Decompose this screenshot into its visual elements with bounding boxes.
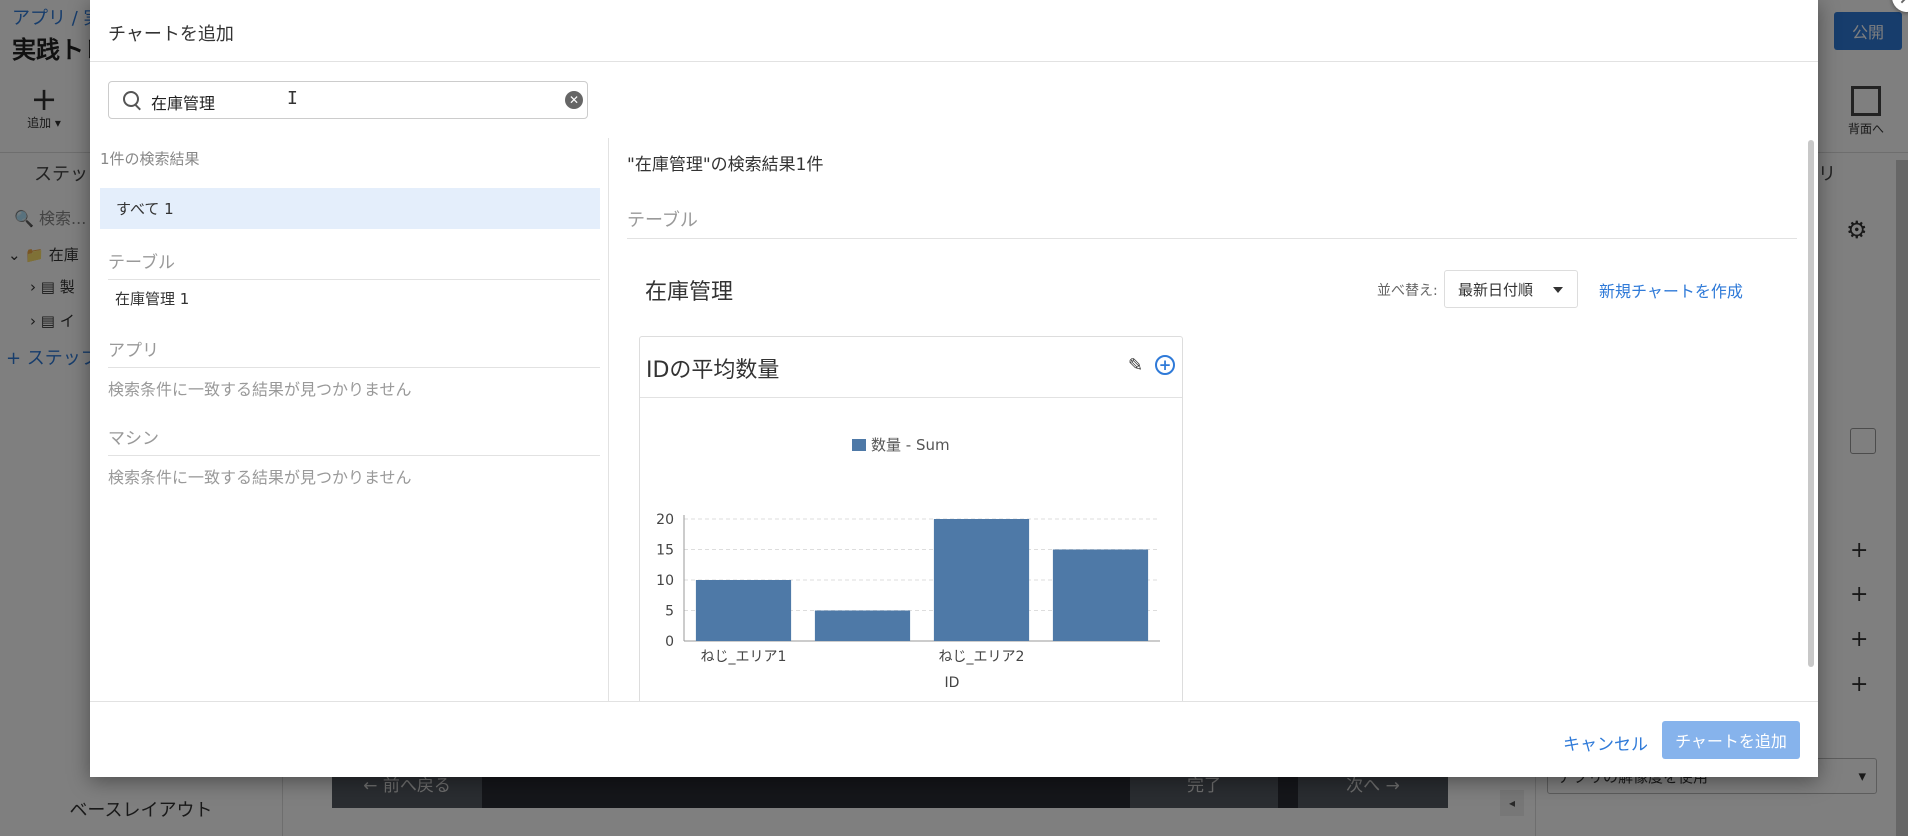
results-filter-panel: 1件の検索結果 すべて 1 テーブル 在庫管理 1 アプリ 検索条件に一致する結… (90, 138, 609, 701)
chart-card-title: IDの平均数量 (646, 358, 780, 383)
bar (814, 610, 911, 641)
x-tick-label: ねじ_エリア2 (939, 649, 1025, 665)
chart-card[interactable]: IDの平均数量 ✎ + 数量 - Sum 0 5 10 15 20 ねじ_エリア1 ねじ_エリ… (639, 336, 1183, 701)
add-chart-button[interactable]: チャートを追加 (1662, 721, 1800, 759)
x-tick-label: ねじ_エリア1 (701, 649, 787, 665)
legend-swatch (852, 439, 866, 451)
sort-label: 並べ替え: (1377, 283, 1438, 299)
table-name: 在庫管理 (645, 280, 734, 305)
bar (933, 519, 1030, 641)
bar-chart: 数量 - Sum 0 5 10 15 20 ねじ_エリア1 ねじ_エリア2 ID (656, 436, 1160, 691)
filter-all[interactable]: すべて 1 (100, 188, 600, 229)
dialog-title: チャートを追加 (108, 24, 234, 45)
y-tick-label: 0 (665, 634, 674, 650)
y-tick-label: 15 (656, 543, 674, 559)
sort-value: 最新日付順 (1458, 280, 1534, 299)
x-axis-label: ID (945, 675, 960, 691)
section-label: テーブル (627, 206, 1797, 239)
app-empty-message: 検索条件に一致する結果が見つかりません (108, 380, 412, 399)
y-tick-label: 5 (665, 604, 674, 620)
y-tick-label: 20 (656, 512, 674, 528)
clear-icon[interactable]: ✕ (565, 91, 583, 109)
bar (1052, 549, 1149, 641)
chart-card-header: IDの平均数量 ✎ + (640, 337, 1182, 398)
results-count: 1件の検索結果 (100, 150, 200, 168)
legend-label: 数量 - Sum (871, 436, 950, 454)
add-chart-dialog: × チャートを追加 在庫管理 I ✕ 1件の検索結果 すべて 1 テーブル 在庫… (90, 0, 1908, 778)
add-circle-icon[interactable]: + (1155, 355, 1175, 375)
caret-down-icon (1553, 287, 1563, 293)
section-table-header: テーブル (108, 248, 600, 280)
pencil-icon[interactable]: ✎ (1128, 355, 1143, 376)
section-machine-header: マシン (108, 424, 600, 456)
dialog-header: チャートを追加 (90, 0, 1818, 62)
scrollbar[interactable] (1808, 140, 1814, 667)
dialog-footer: キャンセル チャートを追加 (90, 701, 1818, 778)
cancel-button[interactable]: キャンセル (1563, 730, 1648, 755)
text-cursor-icon: I (287, 88, 298, 109)
sort-select[interactable]: 最新日付順 (1444, 270, 1578, 308)
search-input[interactable]: 在庫管理 I ✕ (108, 81, 588, 119)
y-tick-label: 10 (656, 573, 674, 589)
new-chart-link[interactable]: 新規チャートを作成 (1599, 278, 1743, 302)
machine-empty-message: 検索条件に一致する結果が見つかりません (108, 468, 412, 487)
section-app-header: アプリ (108, 336, 600, 368)
bar (695, 580, 792, 641)
results-panel: "在庫管理"の検索結果1件 テーブル 在庫管理 並べ替え: 最新日付順 新規チャ… (609, 138, 1799, 701)
search-icon (123, 91, 139, 107)
result-heading: "在庫管理"の検索結果1件 (627, 155, 824, 175)
search-value[interactable]: 在庫管理 (151, 90, 215, 114)
filter-table-item[interactable]: 在庫管理 1 (115, 288, 189, 309)
